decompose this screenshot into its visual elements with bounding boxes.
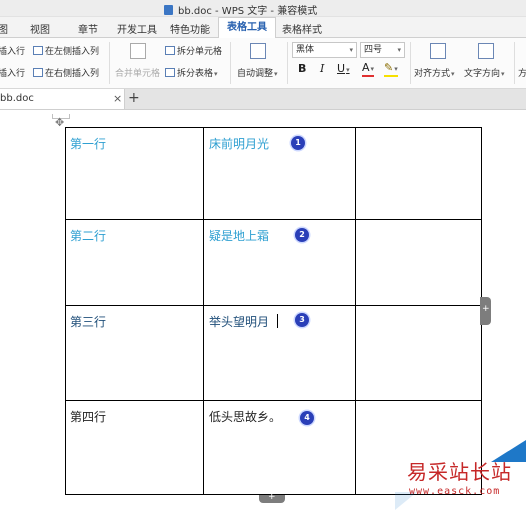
poem-line: 疑是地上霜 — [209, 229, 270, 243]
number-badge: 3 — [295, 313, 309, 327]
table-cell[interactable] — [356, 306, 481, 400]
add-column-handle[interactable]: + — [480, 297, 491, 325]
table-cell[interactable]: 第二行 — [66, 220, 203, 305]
table-cell[interactable]: 疑是地上霜 2 — [204, 220, 355, 305]
table-cell[interactable]: 第四行 — [66, 401, 203, 494]
row-label: 第三行 — [70, 315, 107, 329]
row-label: 第一行 — [70, 137, 107, 151]
table-cell[interactable]: 床前明月光 1 — [204, 128, 355, 219]
table-cell[interactable]: 第三行 — [66, 306, 203, 400]
number-badge: 4 — [300, 411, 314, 425]
plus-icon: + — [482, 304, 490, 314]
number-badge: 1 — [291, 136, 305, 150]
table-cell[interactable]: 举头望明月 3 — [204, 306, 355, 400]
table-cell[interactable] — [356, 220, 481, 305]
text-cursor — [277, 314, 278, 328]
number-badge: 2 — [295, 228, 309, 242]
watermark-url: www.easck.com — [409, 486, 501, 497]
poem-line: 举头望明月 — [209, 315, 270, 329]
watermark: 易采站长站 www.easck.com — [395, 440, 526, 510]
add-row-handle[interactable]: + — [259, 492, 285, 503]
plus-icon: + — [268, 492, 276, 502]
table-cell[interactable] — [356, 128, 481, 219]
poem-line: 床前明月光 — [209, 137, 270, 151]
row-label: 第四行 — [70, 410, 107, 424]
row-label: 第二行 — [70, 229, 107, 243]
poem-line: 低头思故乡。 — [209, 410, 282, 424]
table-cell[interactable]: 低头思故乡。 4 — [204, 401, 355, 494]
table-cell[interactable]: 第一行 — [66, 128, 203, 219]
watermark-title: 易采站长站 — [407, 460, 512, 484]
